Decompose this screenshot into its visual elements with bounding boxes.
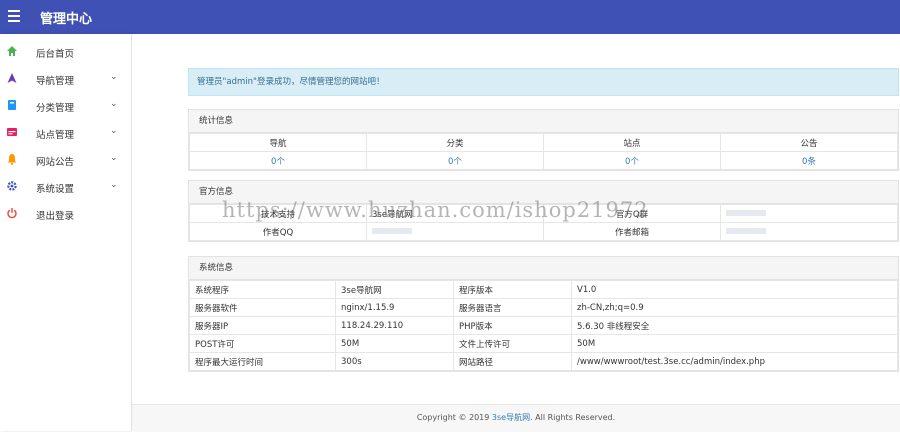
info-value: 118.24.29.110 bbox=[335, 316, 454, 335]
info-value: V1.0 bbox=[571, 280, 898, 299]
info-label: POST许可 bbox=[189, 334, 336, 353]
watermark: https://www.huzhan.com/ishop21972 bbox=[222, 198, 649, 222]
sidebar-item-label: 网站公告 bbox=[36, 157, 75, 168]
main-content: 管理员"admin"登录成功，尽情管理您的网站吧！ 统计信息 导航 分类 站点 … bbox=[132, 34, 900, 431]
chevron-down-icon: ⌄ bbox=[110, 153, 118, 163]
sidebar-item-label: 退出登录 bbox=[36, 211, 75, 222]
chevron-down-icon: ⌄ bbox=[110, 126, 118, 136]
stat-value: 0个 bbox=[543, 151, 721, 170]
sidebar-item-notice[interactable]: 网站公告 ⌄ bbox=[0, 146, 131, 173]
info-value bbox=[720, 222, 898, 241]
sidebar-item-sites[interactable]: 站点管理 ⌄ bbox=[0, 119, 131, 146]
login-success-alert: 管理员"admin"登录成功，尽情管理您的网站吧！ bbox=[188, 68, 899, 96]
stats-table: 导航 分类 站点 公告 0个 0个 0个 0条 bbox=[189, 133, 898, 170]
stat-value: 0个 bbox=[189, 151, 367, 170]
sidebar-item-home[interactable]: 后台首页 bbox=[0, 38, 131, 65]
footer-copyright: Copyright © 2019 bbox=[416, 413, 492, 422]
info-value: 50M bbox=[571, 334, 898, 353]
redacted-value bbox=[726, 210, 766, 216]
footer-site-link[interactable]: 3se导航网 bbox=[492, 413, 530, 422]
table-row: 0个 0个 0个 0条 bbox=[189, 151, 898, 170]
app-title: 管理中心 bbox=[40, 12, 93, 27]
info-value bbox=[720, 204, 898, 223]
site-icon bbox=[7, 128, 17, 136]
table-row: 程序最大运行时间 300s 网站路径 /www/wwwroot/test.3se… bbox=[189, 352, 898, 371]
stat-value: 0条 bbox=[720, 151, 898, 170]
sidebar-item-label: 系统设置 bbox=[36, 184, 75, 195]
info-value: 3se导航网 bbox=[335, 280, 454, 299]
info-label: 网站路径 bbox=[453, 352, 572, 371]
table-header: 分类 bbox=[366, 133, 544, 152]
table-header: 站点 bbox=[543, 133, 721, 152]
table-header: 导航 bbox=[189, 133, 367, 152]
top-bar: 管理中心 bbox=[0, 0, 900, 34]
bell-icon bbox=[7, 154, 17, 165]
info-label: 服务器语言 bbox=[453, 298, 572, 317]
home-icon bbox=[7, 46, 17, 56]
power-icon bbox=[7, 208, 17, 219]
table-header: 公告 bbox=[720, 133, 898, 152]
table-row: 服务器软件 nginx/1.15.9 服务器语言 zh-CN,zh;q=0.9 bbox=[189, 298, 898, 317]
menu-icon[interactable] bbox=[8, 10, 20, 24]
info-value: 5.6.30 非线程安全 bbox=[571, 316, 898, 335]
sidebar-item-label: 后台首页 bbox=[36, 49, 75, 60]
info-label: 文件上传许可 bbox=[453, 334, 572, 353]
table-row: POST许可 50M 文件上传许可 50M bbox=[189, 334, 898, 353]
info-value bbox=[366, 222, 544, 241]
sidebar-item-settings[interactable]: 系统设置 ⌄ bbox=[0, 173, 131, 200]
sidebar-item-label: 导航管理 bbox=[36, 76, 75, 87]
info-label: PHP版本 bbox=[453, 316, 572, 335]
sidebar-item-label: 分类管理 bbox=[36, 103, 75, 114]
chevron-down-icon: ⌄ bbox=[110, 99, 118, 109]
info-value: /www/wwwroot/test.3se.cc/admin/index.php bbox=[571, 352, 898, 371]
info-label: 作者邮箱 bbox=[543, 222, 721, 241]
footer: Copyright © 2019 3se导航网. All Rights Rese… bbox=[132, 404, 900, 432]
panel-title: 系统信息 bbox=[189, 257, 898, 280]
chevron-down-icon: ⌄ bbox=[110, 180, 118, 190]
redacted-value bbox=[372, 228, 412, 234]
panel-title: 统计信息 bbox=[189, 110, 898, 133]
sidebar-item-navigation[interactable]: 导航管理 ⌄ bbox=[0, 65, 131, 92]
info-label: 服务器IP bbox=[189, 316, 336, 335]
info-label: 服务器软件 bbox=[189, 298, 336, 317]
sidebar-item-label: 站点管理 bbox=[36, 130, 75, 141]
table-row: 导航 分类 站点 公告 bbox=[189, 133, 898, 152]
book-icon bbox=[8, 100, 16, 110]
system-info-table: 系统程序 3se导航网 程序版本 V1.0 服务器软件 nginx/1.15.9… bbox=[189, 280, 898, 371]
info-label: 程序最大运行时间 bbox=[189, 352, 336, 371]
info-label: 系统程序 bbox=[189, 280, 336, 299]
system-info-panel: 系统信息 系统程序 3se导航网 程序版本 V1.0 服务器软件 nginx/1… bbox=[188, 256, 899, 372]
table-row: 作者QQ 作者邮箱 bbox=[189, 222, 898, 241]
chevron-down-icon: ⌄ bbox=[110, 72, 118, 82]
table-row: 系统程序 3se导航网 程序版本 V1.0 bbox=[189, 280, 898, 299]
stat-value: 0个 bbox=[366, 151, 544, 170]
redacted-value bbox=[726, 228, 766, 234]
info-value: 50M bbox=[335, 334, 454, 353]
info-value: 300s bbox=[335, 352, 454, 371]
info-value: zh-CN,zh;q=0.9 bbox=[571, 298, 898, 317]
navigation-icon bbox=[7, 73, 17, 83]
info-label: 作者QQ bbox=[189, 222, 367, 241]
info-label: 程序版本 bbox=[453, 280, 572, 299]
sidebar-item-logout[interactable]: 退出登录 bbox=[0, 200, 131, 227]
footer-rights: . All Rights Reserved. bbox=[530, 413, 616, 422]
stats-panel: 统计信息 导航 分类 站点 公告 0个 0个 0个 0条 bbox=[188, 109, 899, 171]
sidebar: 后台首页 导航管理 ⌄ 分类管理 ⌄ 站点管理 ⌄ 网站公告 ⌄ 系统设置 ⌄ … bbox=[0, 34, 132, 431]
table-row: 服务器IP 118.24.29.110 PHP版本 5.6.30 非线程安全 bbox=[189, 316, 898, 335]
info-value: nginx/1.15.9 bbox=[335, 298, 454, 317]
sidebar-item-category[interactable]: 分类管理 ⌄ bbox=[0, 92, 131, 119]
gear-icon bbox=[7, 181, 17, 191]
